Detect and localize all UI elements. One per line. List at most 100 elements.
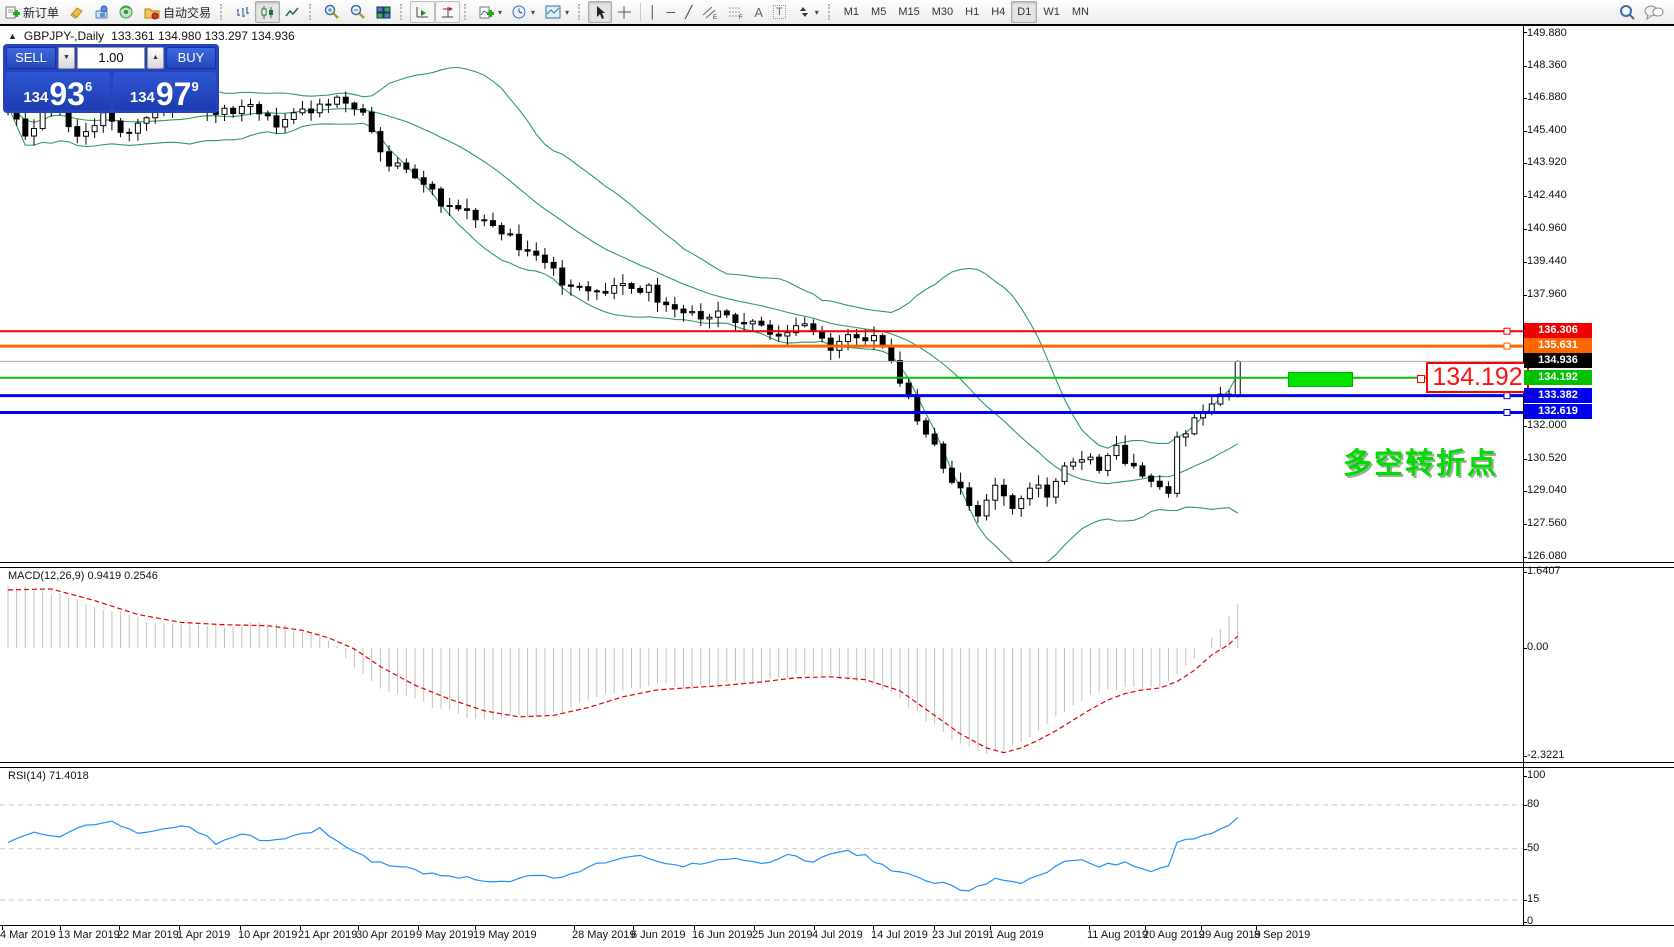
tf-m15-button[interactable]: M15 [892,1,925,23]
sell-price-main: 93 [49,75,85,112]
chart-ohlc-values: 133.361 134.980 133.297 134.936 [111,29,295,43]
dropdown-icon: ▾ [814,7,819,17]
bar-chart-icon [237,6,250,17]
clock-icon [512,5,526,18]
volume-input[interactable]: 1.00 [77,47,145,69]
price-axis-border [1523,26,1524,925]
new-order-button[interactable]: 新订单 [0,1,64,23]
rsi-tick-label: 0 [1527,915,1534,927]
chart-shift-button[interactable] [435,1,461,23]
auto-trading-label: 自动交易 [163,5,212,20]
price-tick-label: 140.960 [1527,221,1567,234]
date-tick-label: 20 Aug 2019 [1143,929,1205,941]
collapse-panel-icon[interactable]: ▲ [8,31,17,41]
crosshair-button[interactable] [612,1,637,23]
tf-m1-button[interactable]: M1 [838,1,865,23]
tile-windows-button[interactable] [371,1,396,23]
tf-h1-button[interactable]: H1 [959,1,985,23]
eraser-icon [70,7,83,19]
vertical-line-button[interactable]: │ [644,1,662,23]
svg-text:F: F [739,15,743,20]
new-order-label: 新订单 [23,5,60,20]
zoom-in-button[interactable] [319,1,345,23]
tf-d1-button[interactable]: D1 [1011,1,1038,23]
mt4-window: 新订单 自动交易 ▾ ▾ ▾ │ ─ ╱ E F A T ▾ M1 M5 M15… [0,0,1674,947]
cursor-button[interactable] [588,1,613,23]
price-line-label: 135.631 [1524,338,1592,354]
sell-button[interactable]: SELL [6,47,56,69]
price-tick-label: 146.880 [1527,91,1567,104]
turning-point-highlight[interactable] [1288,372,1353,387]
periods-button[interactable]: ▾ [507,1,540,23]
bar-chart-button[interactable] [230,1,255,23]
search-icon[interactable] [1619,4,1636,21]
sell-price-prefix: 134 [23,89,49,106]
fibonacci-icon: F [729,7,743,20]
date-tick-label: 4 Mar 2019 [0,929,56,941]
price-line-label: 133.382 [1524,387,1592,403]
channel-button[interactable]: E [697,1,723,23]
date-tick-label: 22 Mar 2019 [117,929,179,941]
tf-w1-button[interactable]: W1 [1037,1,1066,23]
crosshair-icon [618,5,632,19]
tf-m5-button[interactable]: M5 [865,1,892,23]
date-tick-label: 11 Aug 2019 [1087,929,1148,941]
text-label-button[interactable]: T [768,1,791,23]
profile-button[interactable] [89,1,114,23]
tf-mn-button[interactable]: MN [1066,1,1095,23]
auto-trading-button[interactable]: 自动交易 [139,1,216,23]
macd-canvas[interactable] [0,566,1523,762]
horizontal-line-button[interactable]: ─ [662,1,681,23]
text-label-icon: T [773,5,786,19]
rsi-canvas[interactable] [0,766,1523,925]
tf-m30-button[interactable]: M30 [926,1,959,23]
volume-increase-button[interactable]: ▲ [147,47,164,69]
price-tick-label: 129.040 [1527,484,1567,497]
macd-tick-label: 0.00 [1527,641,1549,653]
candle-chart-button[interactable] [255,1,281,23]
zoom-out-button[interactable] [345,1,371,23]
tf-h4-button[interactable]: H4 [985,1,1011,23]
price-chart-canvas[interactable] [0,26,1523,562]
zoom-out-icon [350,4,365,19]
price-tick-label: 142.440 [1527,188,1567,201]
tile-windows-icon [376,6,391,18]
chat-icon[interactable] [1644,4,1664,20]
buy-price-prefix: 134 [129,89,155,106]
price-tick-label: 137.960 [1527,287,1567,300]
buy-button[interactable]: BUY [166,47,216,69]
signal-icon [119,5,133,18]
date-tick-label: 19 May 2019 [473,929,537,941]
date-tick-label: 23 Jul 2019 [932,929,989,941]
signal-button[interactable] [114,1,139,23]
buy-price-display[interactable]: 134 97 9 [112,72,216,110]
sell-price-display[interactable]: 134 93 6 [6,72,110,110]
date-tick-label: 1 Apr 2019 [177,929,231,941]
trendline-button[interactable]: ╱ [680,1,697,23]
templates-button[interactable]: ▾ [540,1,574,23]
eraser-button[interactable] [64,1,89,23]
dropdown-icon: ▾ [531,7,536,17]
rsi-tick-label: 50 [1527,841,1540,854]
date-tick-label: 1 Aug 2019 [988,929,1044,941]
price-callout-box[interactable]: 134.192 [1426,362,1529,393]
price-line-label: 134.936 [1524,353,1592,369]
date-tick-label: 6 Jun 2019 [631,929,686,941]
toolbar-right [1619,4,1674,21]
one-click-trading-panel: SELL ▼ 1.00 ▲ BUY 134 93 6 134 97 9 [3,44,219,113]
indicators-button[interactable]: ▾ [474,1,507,23]
turning-point-note[interactable]: 多空转折点 [1343,440,1498,482]
volume-decrease-button[interactable]: ▼ [58,47,75,69]
macd-label: MACD(12,26,9) 0.9419 0.2546 [8,570,158,582]
svg-text:E: E [713,15,717,20]
fibonacci-button[interactable]: F [723,1,749,23]
date-tick-label: 29 Aug 2019 [1199,929,1261,941]
line-chart-button[interactable] [280,1,305,23]
rsi-tick-label: 80 [1527,797,1540,810]
date-tick-label: 25 Jun 2019 [752,929,813,941]
arrows-button[interactable]: ▾ [791,1,824,23]
auto-scroll-button[interactable] [410,1,436,23]
text-button[interactable]: A [749,1,768,23]
toolbar-grip [464,4,471,20]
buy-price-pip: 9 [191,79,199,94]
